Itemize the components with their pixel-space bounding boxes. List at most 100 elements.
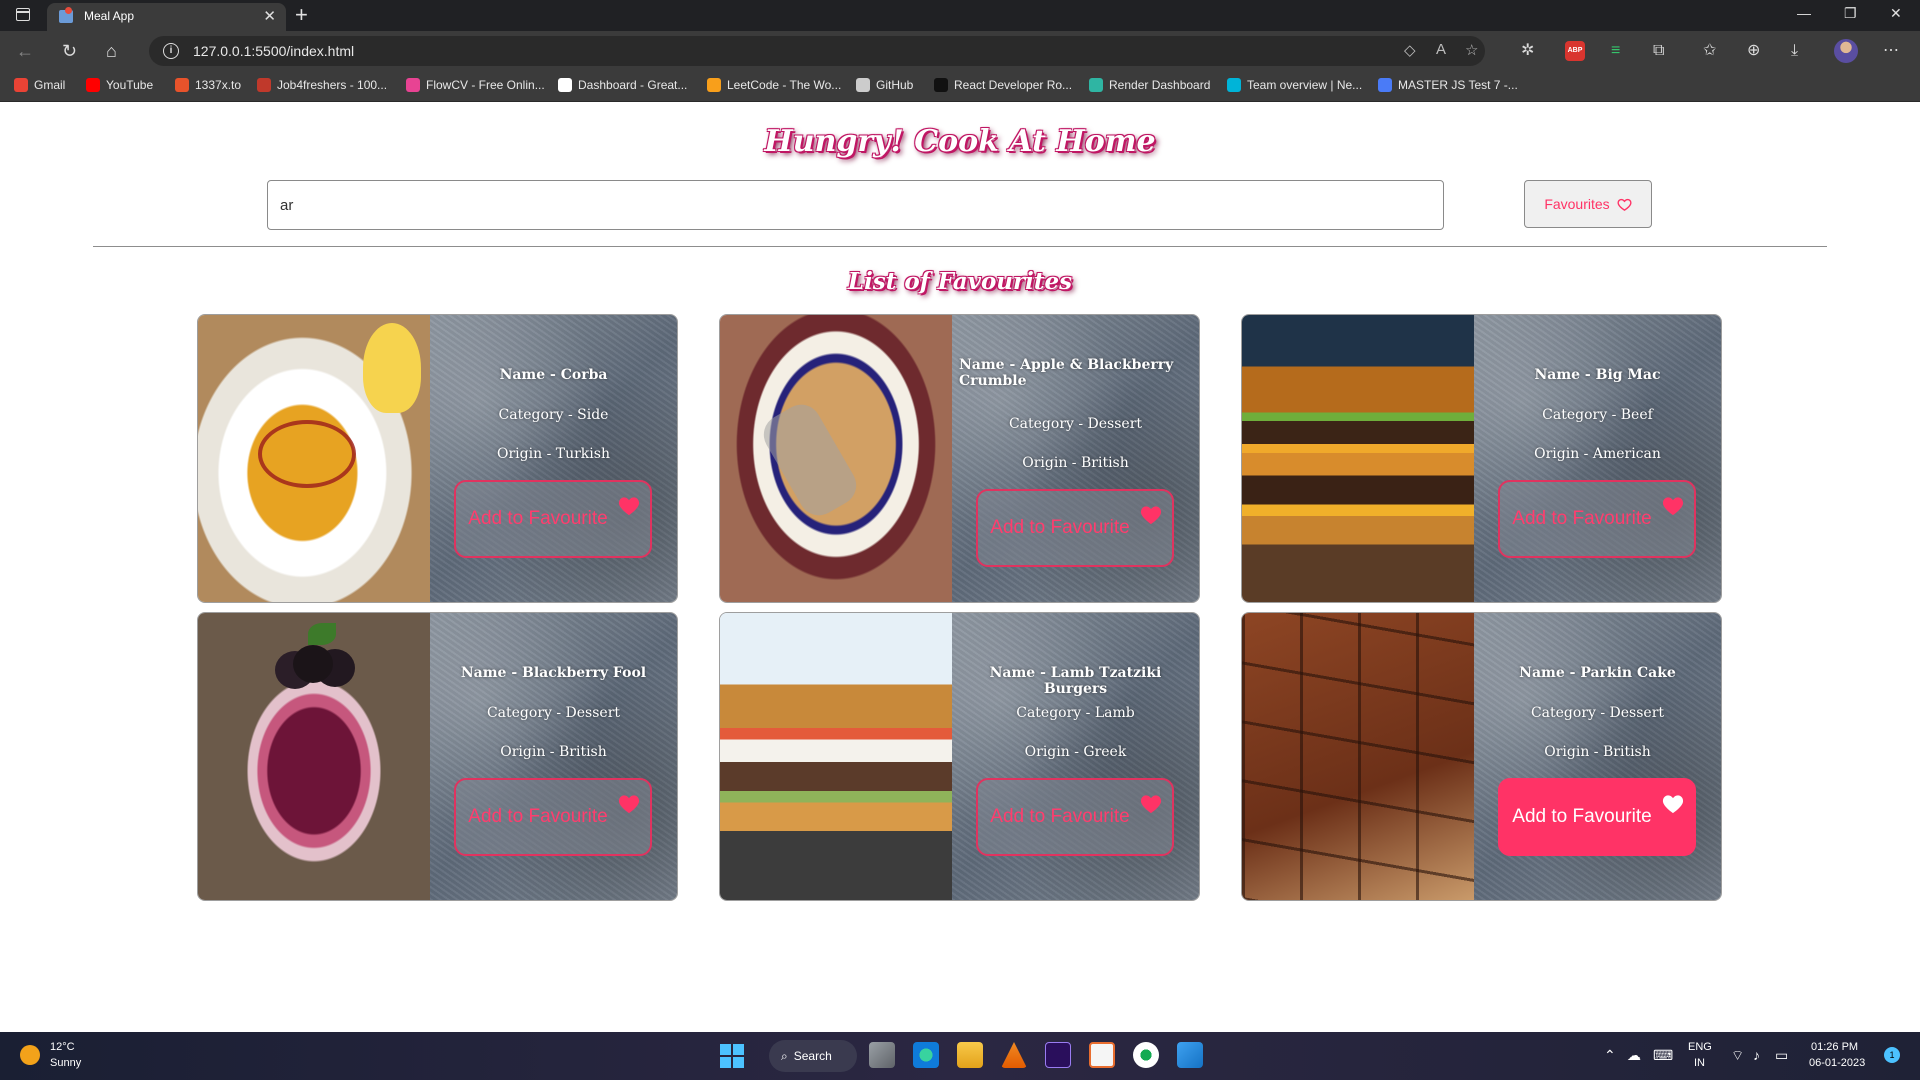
- google-icon: [558, 78, 572, 92]
- task-view-icon[interactable]: [869, 1042, 895, 1068]
- notification-badge[interactable]: 1: [1884, 1047, 1900, 1063]
- refresh-icon[interactable]: ↻: [62, 40, 77, 62]
- address-toolbar: ← ↻ ⌂ i 127.0.0.1:5500/index.html ◇ A ☆ …: [0, 31, 1920, 71]
- address-bar[interactable]: i 127.0.0.1:5500/index.html ◇ A ☆: [149, 36, 1485, 66]
- github-icon: [856, 78, 870, 92]
- bookmark-render-dashboard[interactable]: Render Dashboard: [1089, 78, 1210, 92]
- taskbar-search-label: Search: [793, 1049, 832, 1063]
- favorites-icon[interactable]: ✩: [1703, 40, 1716, 62]
- add-to-favourite-button[interactable]: Add to Favourite: [976, 489, 1174, 567]
- premiere-pro-icon[interactable]: [1045, 1042, 1071, 1068]
- meal-image: [720, 315, 952, 602]
- meal-name: Name - Big Mac: [1534, 367, 1661, 383]
- bookmark-job4freshers[interactable]: Job4freshers - 100...: [257, 78, 387, 92]
- extension-settings-icon[interactable]: ✲: [1521, 40, 1534, 62]
- bookmark-team-overview[interactable]: Team overview | Ne...: [1227, 78, 1362, 92]
- divider: [93, 246, 1827, 247]
- vscode-icon[interactable]: [1177, 1042, 1203, 1068]
- file-explorer-icon[interactable]: [957, 1042, 983, 1068]
- minimize-button[interactable]: —: [1797, 5, 1811, 21]
- add-to-favourite-button[interactable]: Add to Favourite: [454, 480, 652, 558]
- meal-name: Name - Blackberry Fool: [460, 665, 647, 681]
- bookmark-dashboard[interactable]: Dashboard - Great...: [558, 78, 687, 92]
- url-text[interactable]: 127.0.0.1:5500/index.html: [193, 43, 354, 59]
- bookmark-master-js[interactable]: MASTER JS Test 7 -...: [1378, 78, 1518, 92]
- read-aloud-icon[interactable]: A: [1436, 41, 1446, 58]
- browser-tab-meal-app[interactable]: Meal App ✕: [47, 3, 286, 31]
- roadmap-icon: [934, 78, 948, 92]
- meal-card: Name - Corba Category - Side Origin - Tu…: [197, 314, 678, 603]
- battery-icon[interactable]: ▭: [1775, 1047, 1788, 1064]
- close-window-button[interactable]: ✕: [1890, 5, 1902, 22]
- language-indicator[interactable]: ENG: [1688, 1041, 1712, 1053]
- volume-icon[interactable]: ♪: [1753, 1047, 1760, 1063]
- vlc-icon[interactable]: [1001, 1042, 1027, 1068]
- mongodb-compass-icon[interactable]: [1133, 1042, 1159, 1068]
- site-info-icon[interactable]: i: [163, 43, 179, 59]
- start-button[interactable]: [720, 1044, 744, 1068]
- bookmarks-bar: Gmail YouTube 1337x.to Job4freshers - 10…: [0, 71, 1920, 102]
- section-title: List of Favourites: [847, 268, 1073, 295]
- home-icon[interactable]: ⌂: [106, 40, 117, 62]
- meal-image: [198, 613, 430, 900]
- bookmark-leetcode[interactable]: LeetCode - The Wo...: [707, 78, 841, 92]
- tab-title: Meal App: [84, 9, 135, 23]
- wifi-icon[interactable]: ⌔: [1731, 1047, 1744, 1065]
- extensions-puzzle-icon[interactable]: ⧉: [1653, 40, 1664, 62]
- bookmark-react-roadmap[interactable]: React Developer Ro...: [934, 78, 1072, 92]
- meal-image: [198, 315, 430, 602]
- meal-category: Category - Lamb: [1016, 705, 1135, 721]
- collections-icon[interactable]: ⊕: [1747, 40, 1760, 62]
- new-tab-button[interactable]: +: [295, 2, 308, 28]
- bookmark-1337x[interactable]: 1337x.to: [175, 78, 241, 92]
- add-to-favourite-label: Add to Favourite: [990, 806, 1130, 827]
- add-to-favourite-label: Add to Favourite: [468, 806, 608, 827]
- clock-time[interactable]: 01:26 PM: [1811, 1041, 1858, 1053]
- add-to-favourite-button[interactable]: Add to Favourite: [1498, 480, 1696, 558]
- meal-name: Name - Lamb Tzatziki Burgers: [989, 665, 1162, 697]
- bookmark-gmail[interactable]: Gmail: [14, 78, 65, 92]
- bookmark-github[interactable]: GitHub: [856, 78, 913, 92]
- clock-date[interactable]: 06-01-2023: [1809, 1057, 1865, 1069]
- adblock-plus-icon[interactable]: ABP: [1565, 41, 1585, 61]
- sublime-icon[interactable]: [1089, 1042, 1115, 1068]
- extension-f-icon[interactable]: ≡: [1611, 40, 1620, 62]
- heart-outline-icon: [1617, 198, 1632, 211]
- edge-icon[interactable]: [913, 1042, 939, 1068]
- tracking-prevention-icon[interactable]: ◇: [1404, 41, 1416, 59]
- add-to-favourite-button[interactable]: Add to Favourite: [454, 778, 652, 856]
- meal-category: Category - Dessert: [1530, 705, 1665, 721]
- windows-taskbar: 12°C Sunny ⌕ Search ⌃ ☁ ⌨ ENG IN ⌔ ♪ ▭ 0…: [0, 1032, 1920, 1080]
- meal-image: [1242, 613, 1474, 900]
- heart-icon: [1662, 795, 1684, 814]
- taskbar-search-button[interactable]: ⌕ Search: [769, 1040, 857, 1072]
- search-input[interactable]: [267, 180, 1444, 230]
- keyboard-icon[interactable]: ⌨: [1653, 1047, 1673, 1064]
- sun-icon[interactable]: [20, 1045, 40, 1065]
- bookmark-youtube[interactable]: YouTube: [86, 78, 153, 92]
- app-title: Hungry! Cook At Home: [764, 124, 1156, 159]
- add-to-favourite-button[interactable]: Add to Favourite: [1498, 778, 1696, 856]
- meal-image: [1242, 315, 1474, 602]
- tab-actions-icon[interactable]: [16, 8, 30, 21]
- back-icon[interactable]: ←: [16, 40, 34, 62]
- restore-button[interactable]: ❐: [1844, 5, 1857, 22]
- chevron-up-icon[interactable]: ⌃: [1604, 1047, 1616, 1064]
- add-to-favourite-label: Add to Favourite: [468, 508, 608, 529]
- profile-avatar[interactable]: [1834, 39, 1858, 63]
- downloads-icon[interactable]: ⤓: [1791, 40, 1798, 62]
- weather-condition[interactable]: Sunny: [50, 1057, 81, 1069]
- add-to-favourite-button[interactable]: Add to Favourite: [976, 778, 1174, 856]
- bookmark-flowcv[interactable]: FlowCV - Free Onlin...: [406, 78, 545, 92]
- favourites-button[interactable]: Favourites: [1524, 180, 1652, 228]
- favorite-star-icon[interactable]: ☆: [1465, 41, 1478, 59]
- heart-icon: [1140, 795, 1162, 814]
- favourites-button-label: Favourites: [1544, 196, 1610, 212]
- more-menu-icon[interactable]: ⋯: [1883, 40, 1899, 62]
- tab-close-icon[interactable]: ✕: [263, 7, 276, 25]
- region-indicator[interactable]: IN: [1694, 1057, 1705, 1069]
- onedrive-icon[interactable]: ☁: [1627, 1047, 1641, 1064]
- add-to-favourite-label: Add to Favourite: [1512, 508, 1652, 529]
- weather-temperature[interactable]: 12°C: [50, 1041, 75, 1053]
- meal-app-favicon-icon: [59, 7, 73, 23]
